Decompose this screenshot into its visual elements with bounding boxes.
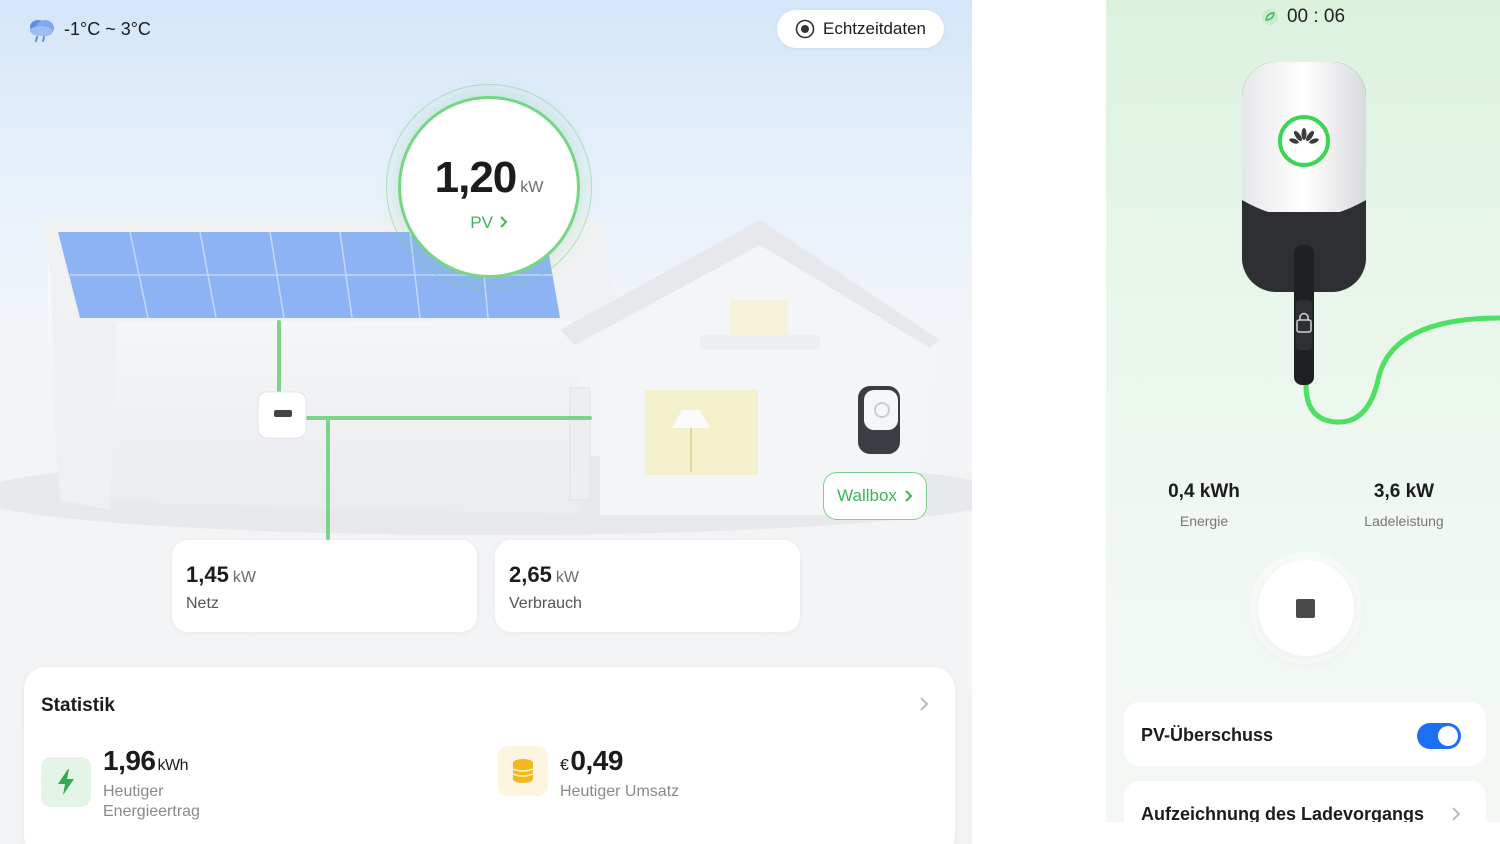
charging-power-metric: 3,6 kW Ladeleistung xyxy=(1364,481,1444,529)
charging-record-card[interactable]: Aufzeichnung des Ladevorgangs xyxy=(1124,781,1486,822)
temperature-range: -1°C ~ 3°C xyxy=(64,18,151,39)
energy-yield-label: Heutiger Energieertrag xyxy=(103,783,200,820)
wallbox-charger-illustration xyxy=(1242,62,1500,425)
pv-surplus-card: PV-Überschuss xyxy=(1124,702,1486,766)
weather-info: -1°C ~ 3°C xyxy=(28,16,151,42)
chevron-right-icon xyxy=(905,490,913,502)
chevron-right-icon xyxy=(1452,807,1461,821)
wallbox-panel: 00 : 06 0,4 kWh Energie 3,6 kW Ladeleist… xyxy=(1106,0,1500,822)
statistics-card[interactable]: Statistik 1,96 kWh Heutiger Energieertrag … xyxy=(24,667,955,844)
energy-flow-panel: -1°C ~ 3°C Echtzeitdaten 1,20 kW PV Wall… xyxy=(0,0,972,844)
radio-target-icon xyxy=(795,19,815,39)
grid-label: Netz xyxy=(186,595,219,612)
realtime-data-label: Echtzeitdaten xyxy=(822,19,926,38)
wallbox-device-icon xyxy=(858,386,900,454)
pv-surplus-toggle[interactable] xyxy=(1417,723,1461,749)
wallbox-button[interactable]: Wallbox xyxy=(823,472,927,520)
grid-card[interactable]: 1,45 kW Netz xyxy=(172,540,477,632)
consumption-card[interactable]: 2,65 kW Verbrauch xyxy=(495,540,800,632)
stop-icon xyxy=(1296,599,1315,618)
statistics-title: Statistik xyxy=(41,695,115,716)
cloud-rain-icon xyxy=(30,20,54,42)
pv-link[interactable]: PV xyxy=(401,213,577,233)
energy-yield-value: 1,96 kWh xyxy=(103,745,188,776)
energy-yield-icon-box xyxy=(41,757,91,807)
stop-charging-button[interactable] xyxy=(1258,560,1354,656)
pv-power-value: 1,20 kW xyxy=(434,153,544,202)
grid-value: 1,45 kW xyxy=(186,562,256,587)
coins-icon xyxy=(512,759,534,783)
revenue-value: €0,49 xyxy=(560,745,623,776)
consumption-value: 2,65 kW xyxy=(509,562,579,587)
pv-production-circle[interactable]: 1,20 kW PV xyxy=(398,96,580,278)
consumption-label: Verbrauch xyxy=(509,595,582,612)
pv-surplus-label: PV-Überschuss xyxy=(1141,725,1274,745)
revenue-label: Heutiger Umsatz xyxy=(560,783,680,800)
revenue-icon-box xyxy=(498,746,548,796)
inverter-icon xyxy=(257,391,307,439)
chevron-right-icon[interactable] xyxy=(919,696,929,712)
charging-record-label: Aufzeichnung des Ladevorgangs xyxy=(1141,804,1425,822)
lightning-icon xyxy=(58,769,74,795)
toggle-knob xyxy=(1438,726,1458,746)
realtime-data-button[interactable]: Echtzeitdaten xyxy=(777,10,944,48)
charged-energy-metric: 0,4 kWh Energie xyxy=(1168,481,1240,529)
chevron-right-icon xyxy=(499,216,508,228)
